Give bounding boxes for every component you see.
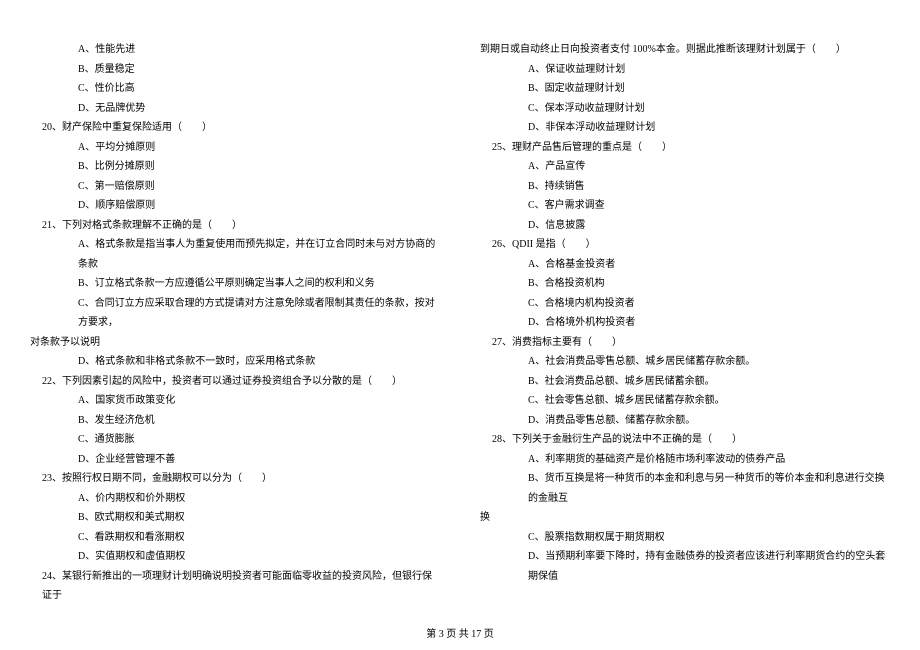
- q27-opt-b: B、社会消费品总额、城乡居民储蓄余额。: [480, 372, 890, 392]
- q26-opt-b: B、合格投资机构: [480, 274, 890, 294]
- q21-opt-c-line2: 对条款予以说明: [30, 333, 440, 353]
- q20-opt-b: B、比例分摊原则: [30, 157, 440, 177]
- q20-opt-d: D、顺序赔偿原则: [30, 196, 440, 216]
- q23-stem: 23、按照行权日期不同，金融期权可以分为（ ）: [30, 469, 440, 489]
- q21-opt-b: B、订立格式条款一方应遵循公平原则确定当事人之间的权利和义务: [30, 274, 440, 294]
- q27-opt-c: C、社会零售总额、城乡居民储蓄存款余额。: [480, 391, 890, 411]
- q26-stem: 26、QDII 是指（ ）: [480, 235, 890, 255]
- q19-opt-a: A、性能先进: [30, 40, 440, 60]
- right-column: 到期日或自动终止日向投资者支付 100%本金。则据此推断该理财计划属于（ ） A…: [480, 40, 890, 606]
- left-column: A、性能先进 B、质量稳定 C、性价比高 D、无品牌优势 20、财产保险中重复保…: [30, 40, 440, 606]
- q28-opt-a: A、利率期货的基础资产是价格随市场利率波动的债券产品: [480, 450, 890, 470]
- q25-opt-b: B、持续销售: [480, 177, 890, 197]
- q27-opt-a: A、社会消费品零售总额、城乡居民储蓄存款余额。: [480, 352, 890, 372]
- q24-opt-c: C、保本浮动收益理财计划: [480, 99, 890, 119]
- page-footer: 第 3 页 共 17 页: [0, 625, 920, 640]
- q24-stem: 24、某银行新推出的一项理财计划明确说明投资者可能面临零收益的投资风险，但银行保…: [30, 567, 440, 606]
- q26-opt-a: A、合格基金投资者: [480, 255, 890, 275]
- q21-stem: 21、下列对格式条款理解不正确的是（ ）: [30, 216, 440, 236]
- q25-opt-d: D、信息披露: [480, 216, 890, 236]
- q28-opt-c: C、股票指数期权属于期货期权: [480, 528, 890, 548]
- q19-opt-c: C、性价比高: [30, 79, 440, 99]
- q23-opt-a: A、价内期权和价外期权: [30, 489, 440, 509]
- q22-opt-c: C、通货膨胀: [30, 430, 440, 450]
- q28-stem: 28、下列关于金融衍生产品的说法中不正确的是（ ）: [480, 430, 890, 450]
- q22-stem: 22、下列因素引起的风险中，投资者可以通过证券投资组合予以分散的是（ ）: [30, 372, 440, 392]
- q22-opt-a: A、国家货币政策变化: [30, 391, 440, 411]
- q23-opt-c: C、看跌期权和看涨期权: [30, 528, 440, 548]
- q20-opt-a: A、平均分摊原则: [30, 138, 440, 158]
- q28-opt-b-line2: 换: [480, 508, 890, 528]
- q21-opt-c-line1: C、合同订立方应采取合理的方式提请对方注意免除或者限制其责任的条款，按对方要求，: [30, 294, 440, 333]
- q24-opt-b: B、固定收益理财计划: [480, 79, 890, 99]
- q25-opt-a: A、产品宣传: [480, 157, 890, 177]
- q20-stem: 20、财产保险中重复保险适用（ ）: [30, 118, 440, 138]
- q22-opt-d: D、企业经营管理不善: [30, 450, 440, 470]
- q21-opt-a: A、格式条款是指当事人为重复使用而预先拟定，并在订立合同时未与对方协商的条款: [30, 235, 440, 274]
- q23-opt-b: B、欧式期权和美式期权: [30, 508, 440, 528]
- q25-stem: 25、理财产品售后管理的重点是（ ）: [480, 138, 890, 158]
- q19-opt-d: D、无品牌优势: [30, 99, 440, 119]
- q28-opt-b-line1: B、货币互换是将一种货币的本金和利息与另一种货币的等价本金和利息进行交换的金融互: [480, 469, 890, 508]
- q21-opt-d: D、格式条款和非格式条款不一致时，应采用格式条款: [30, 352, 440, 372]
- q24-opt-d: D、非保本浮动收益理财计划: [480, 118, 890, 138]
- q25-opt-c: C、客户需求调查: [480, 196, 890, 216]
- q28-opt-d: D、当预期利率要下降时，持有金融债券的投资者应该进行利率期货合约的空头套期保值: [480, 547, 890, 586]
- q27-opt-d: D、消费品零售总额、储蓄存款余额。: [480, 411, 890, 431]
- q27-stem: 27、消费指标主要有（ ）: [480, 333, 890, 353]
- q20-opt-c: C、第一赔偿原则: [30, 177, 440, 197]
- q26-opt-d: D、合格境外机构投资者: [480, 313, 890, 333]
- q26-opt-c: C、合格境内机构投资者: [480, 294, 890, 314]
- q24-continuation: 到期日或自动终止日向投资者支付 100%本金。则据此推断该理财计划属于（ ）: [480, 40, 890, 60]
- q24-opt-a: A、保证收益理财计划: [480, 60, 890, 80]
- q23-opt-d: D、实值期权和虚值期权: [30, 547, 440, 567]
- q22-opt-b: B、发生经济危机: [30, 411, 440, 431]
- q19-opt-b: B、质量稳定: [30, 60, 440, 80]
